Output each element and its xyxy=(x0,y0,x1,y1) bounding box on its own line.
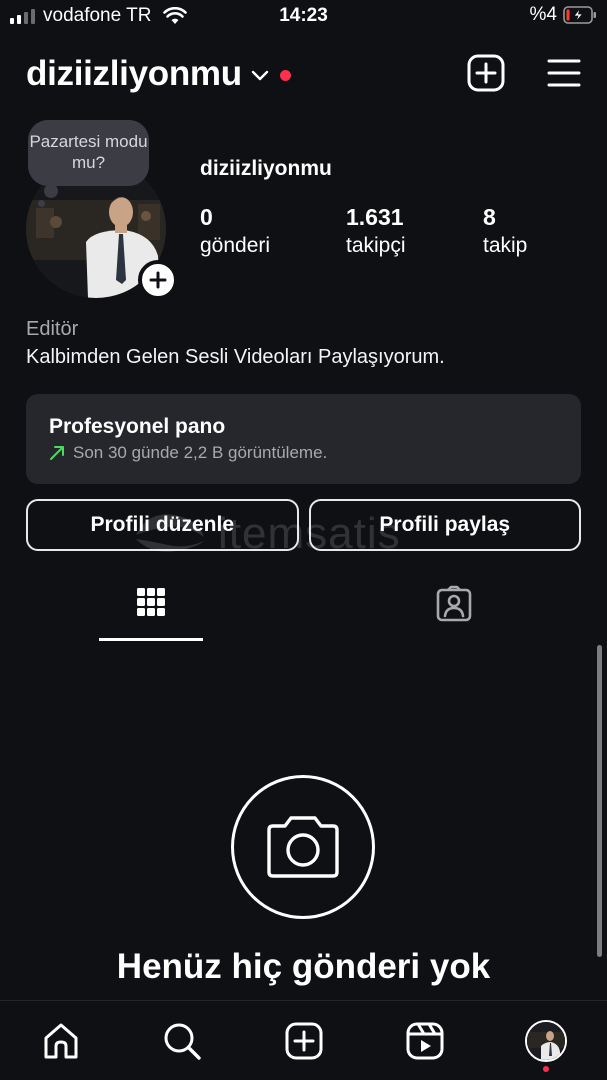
profile-note[interactable]: Pazartesi modu mu? xyxy=(28,120,149,186)
bottom-navigation xyxy=(0,1000,607,1080)
stat-posts-value: 0 xyxy=(200,204,213,230)
dashboard-subtitle-row: Son 30 günde 2,2 B görüntüleme. xyxy=(49,443,558,463)
profile-notification-dot xyxy=(543,1066,549,1072)
dashboard-title: Profesyonel pano xyxy=(49,415,226,438)
share-profile-button[interactable]: Profili paylaş xyxy=(308,499,581,551)
scrollbar[interactable] xyxy=(597,645,602,957)
create-post-button[interactable] xyxy=(467,54,505,92)
dashboard-subtitle: Son 30 günde 2,2 B görüntüleme. xyxy=(73,443,328,462)
account-switcher[interactable]: diziizliyonmu xyxy=(26,54,291,94)
plus-icon xyxy=(149,271,167,289)
stat-following-label: takip xyxy=(483,234,528,257)
edit-profile-button[interactable]: Profili düzenle xyxy=(26,499,299,551)
notification-dot xyxy=(279,69,291,81)
nav-reels[interactable] xyxy=(403,1019,447,1063)
battery-charging-icon xyxy=(563,6,596,24)
profile-screen: vodafone TR 14:23 %4 diziizliyonmu Pazar… xyxy=(0,0,607,1080)
tab-posts-grid[interactable] xyxy=(99,585,203,641)
camera-icon xyxy=(267,816,339,878)
stat-followers-value: 1.631 xyxy=(346,204,404,230)
profile-actions: Profili düzenle Profili paylaş xyxy=(26,499,581,551)
bio-category: Editör xyxy=(26,318,79,340)
trend-up-arrow-icon xyxy=(50,446,64,460)
profile-name: diziizliyonmu xyxy=(200,157,332,180)
add-story-button[interactable] xyxy=(138,260,178,300)
home-icon xyxy=(44,1023,78,1059)
empty-posts-title: Henüz hiç gönderi yok xyxy=(116,947,491,986)
profile-header: diziizliyonmu xyxy=(26,50,581,98)
nav-profile[interactable] xyxy=(524,1019,568,1063)
tab-tagged[interactable] xyxy=(402,585,506,641)
status-bar: vodafone TR 14:23 %4 xyxy=(0,0,607,34)
stat-following-value: 8 xyxy=(483,204,496,230)
stat-posts-label: gönderi xyxy=(200,234,271,257)
status-right: %4 xyxy=(530,4,597,26)
hamburger-menu-icon[interactable] xyxy=(547,58,581,88)
active-tab-indicator xyxy=(99,638,203,641)
note-bubble-tail xyxy=(44,184,58,198)
chevron-down-icon xyxy=(251,70,269,81)
reels-icon xyxy=(406,1022,444,1060)
bio-text: Kalbimden Gelen Sesli Videoları Paylaşıy… xyxy=(26,346,445,368)
profile-tabs xyxy=(0,585,607,641)
stat-following[interactable]: 8 takip xyxy=(483,203,607,261)
nav-create[interactable] xyxy=(282,1019,326,1063)
battery-percent: %4 xyxy=(529,4,557,25)
tagged-user-icon xyxy=(436,585,472,622)
plus-square-icon xyxy=(285,1022,323,1060)
note-bubble-tail-small xyxy=(38,200,45,207)
professional-dashboard-card[interactable]: Profesyonel pano Son 30 günde 2,2 B görü… xyxy=(26,394,581,484)
stat-followers-label: takipçi xyxy=(346,234,406,257)
header-username: diziizliyonmu xyxy=(26,54,242,93)
avatar xyxy=(525,1020,567,1062)
header-actions xyxy=(467,54,581,92)
profile-stats: 0 gönderi 1.631 takipçi 8 takip xyxy=(200,203,607,261)
stat-followers[interactable]: 1.631 takipçi xyxy=(346,203,483,261)
nav-home[interactable] xyxy=(39,1019,83,1063)
stat-posts[interactable]: 0 gönderi xyxy=(200,203,346,261)
grid-icon xyxy=(137,588,165,616)
empty-posts-camera-circle xyxy=(231,775,375,919)
clock: 14:23 xyxy=(279,5,328,26)
nav-search[interactable] xyxy=(160,1019,204,1063)
search-icon xyxy=(164,1023,201,1060)
